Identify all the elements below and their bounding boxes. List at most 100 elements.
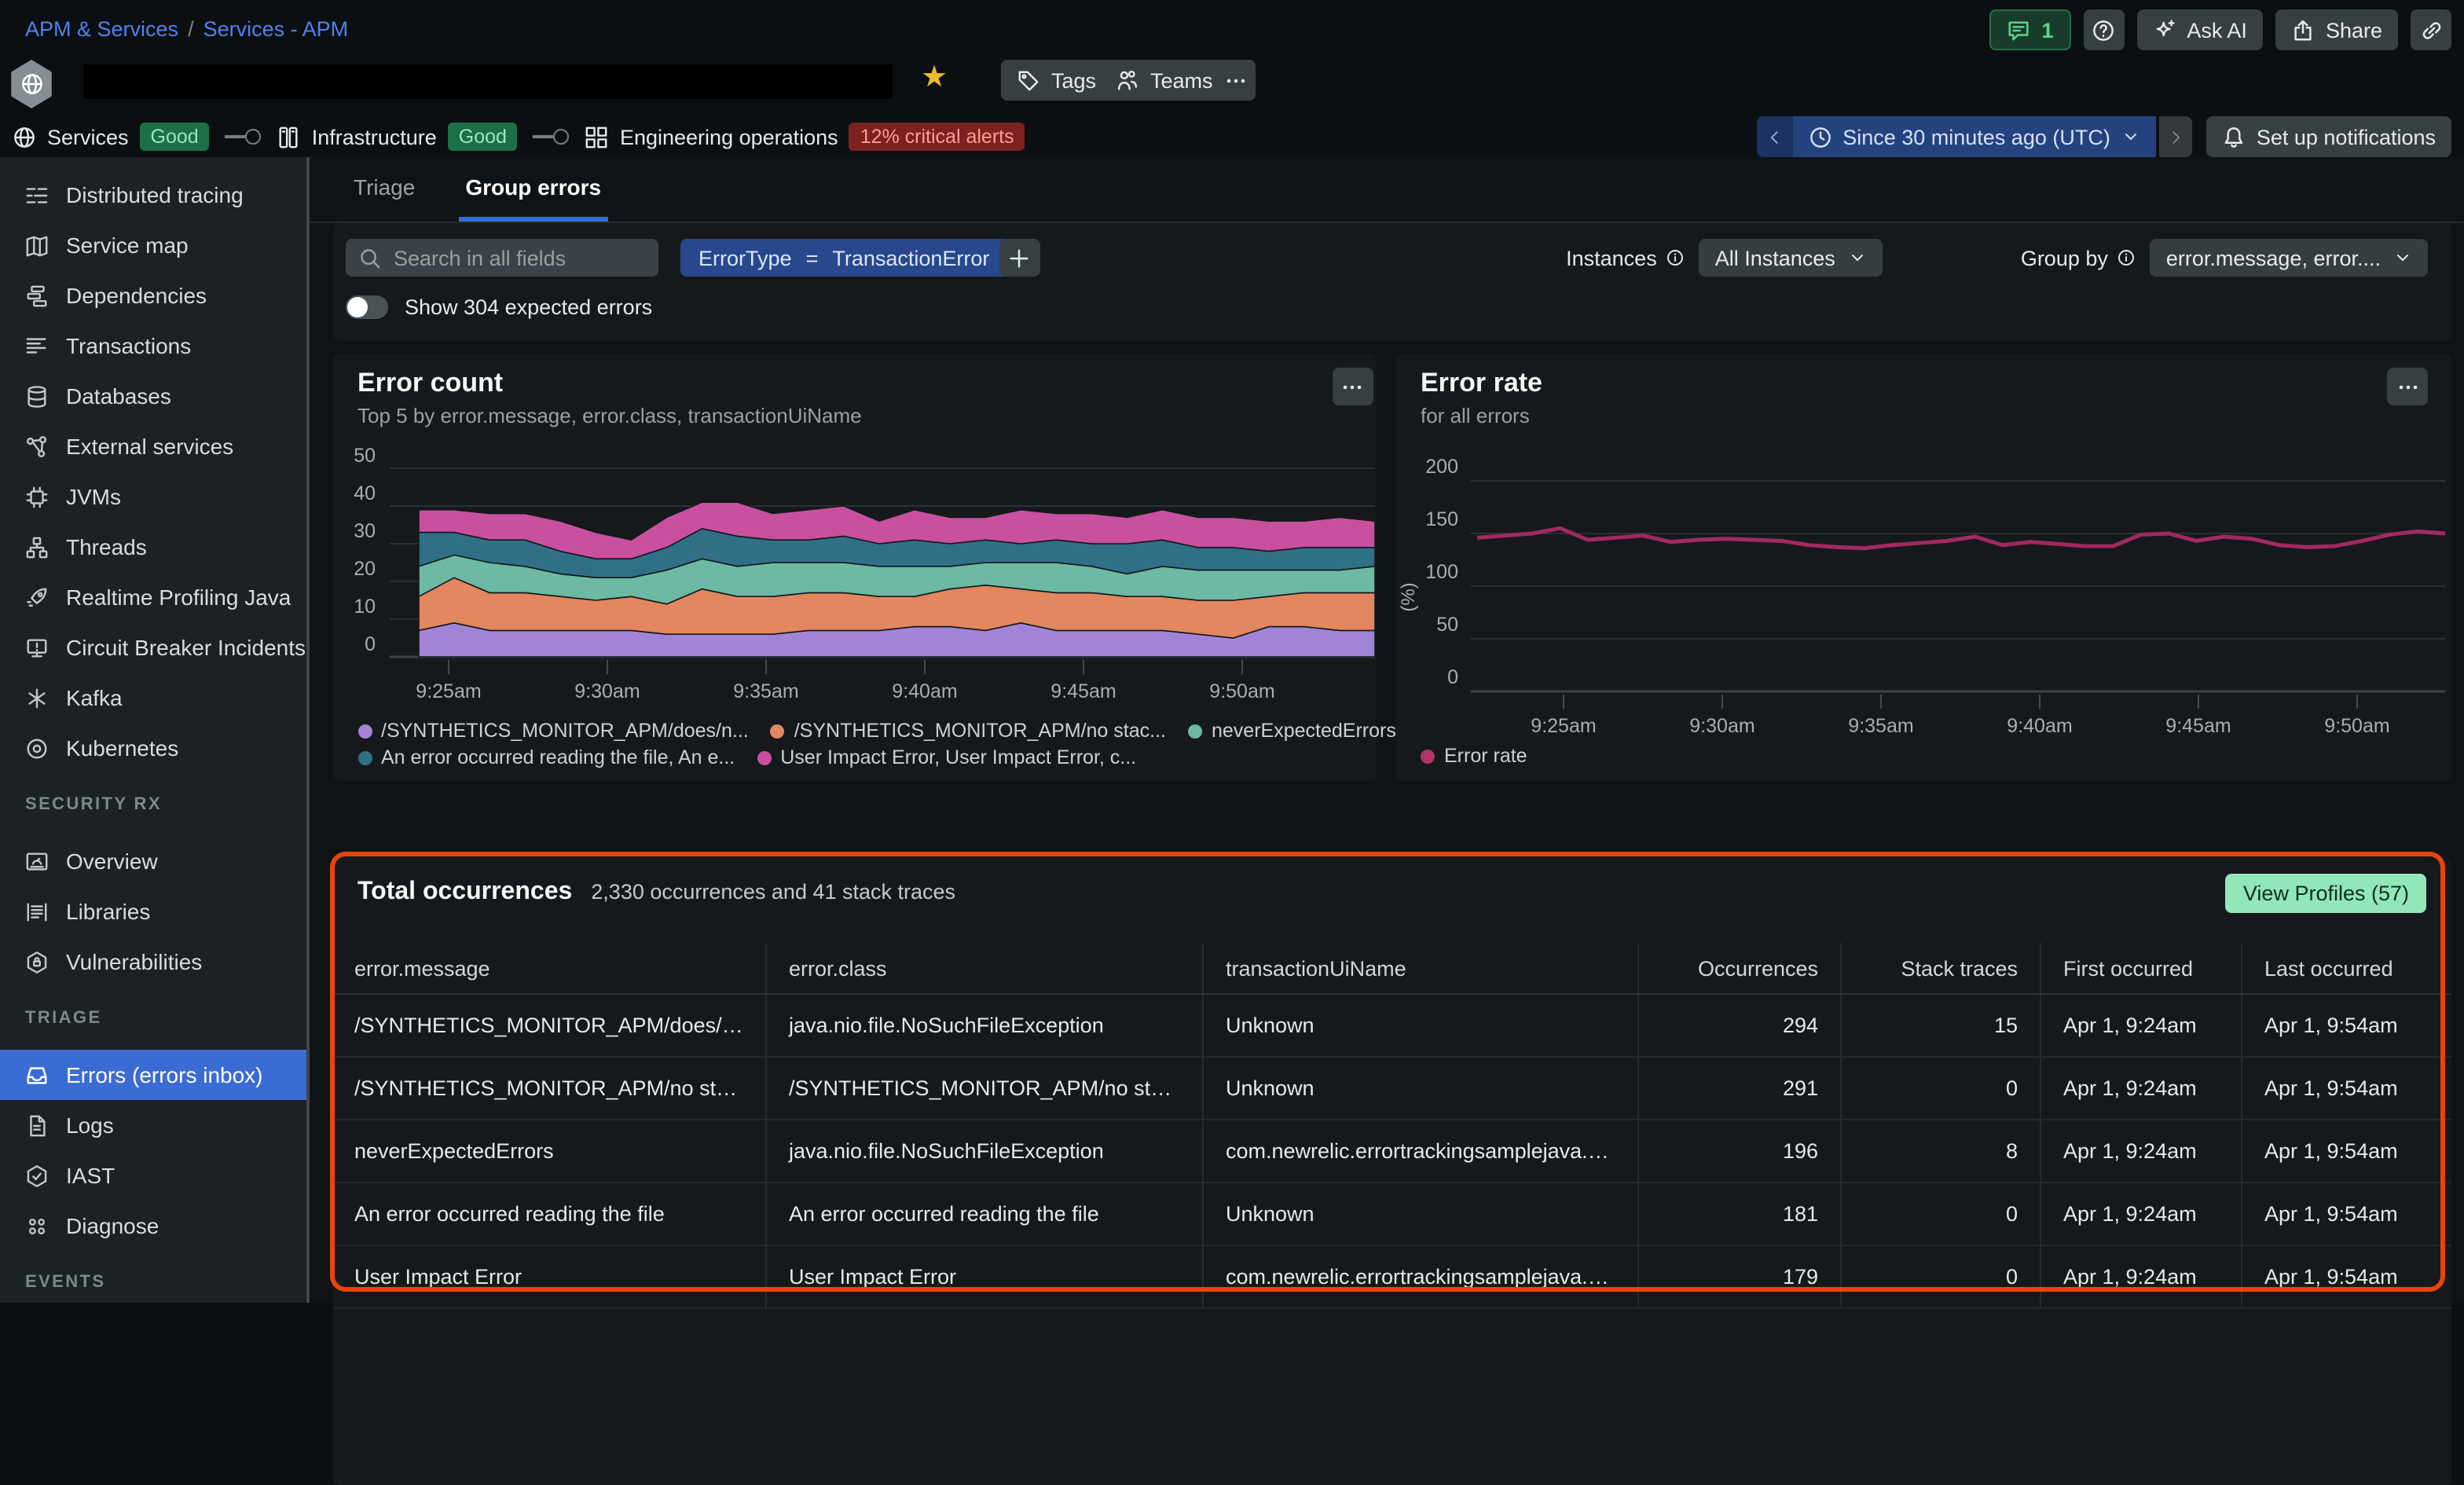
error-rate-chart[interactable]: 200150100500(%)9:25am9:30am9:35am9:40am9… <box>1395 445 2451 743</box>
breadcrumb-apm-services[interactable]: APM & Services <box>25 17 178 41</box>
column-header-error-class[interactable]: error.class <box>766 943 1203 994</box>
sidebar-item-libraries[interactable]: Libraries <box>0 886 306 937</box>
filter-chip-errortype[interactable]: ErrorType = TransactionError <box>680 239 1008 277</box>
chevron-down-icon <box>2393 248 2412 267</box>
clock-icon <box>1808 125 1832 148</box>
table-cell: An error occurred reading the file <box>332 1182 766 1245</box>
sidebar-item-databases[interactable]: Databases <box>0 371 306 421</box>
sidebar-item-threads[interactable]: Threads <box>0 522 306 572</box>
svg-text:9:30am: 9:30am <box>574 680 639 702</box>
legend-item[interactable]: Error rate <box>1421 745 1527 767</box>
time-forward-button[interactable] <box>2159 116 2192 157</box>
ask-ai-button[interactable]: Ask AI <box>2136 9 2263 50</box>
chevron-left-icon <box>1766 128 1783 145</box>
health-node-services[interactable]: Services Good <box>13 123 210 151</box>
sidebar-item-iast[interactable]: IAST <box>0 1150 306 1201</box>
sidebar-item-dependencies[interactable]: Dependencies <box>0 270 306 321</box>
table-row[interactable]: User Impact ErrorUser Impact Errorcom.ne… <box>332 1245 2451 1308</box>
column-header-stack-traces[interactable]: Stack traces <box>1841 943 2040 994</box>
group-by-label: Group by <box>2021 246 2108 270</box>
permalink-button[interactable] <box>2411 9 2451 50</box>
dependencies-icon <box>25 284 49 307</box>
time-back-button[interactable] <box>1756 116 1792 157</box>
legend-color-dot <box>358 750 372 764</box>
sidebar-item-kubernetes[interactable]: Kubernetes <box>0 723 306 773</box>
legend-item[interactable]: An error occurred reading the file, An e… <box>358 746 735 768</box>
chart-title: Error count <box>358 368 503 399</box>
tab-group-errors[interactable]: Group errors <box>459 157 607 222</box>
sidebar-item-transactions[interactable]: Transactions <box>0 321 306 371</box>
column-header-first-occurred[interactable]: First occurred <box>2040 943 2242 994</box>
legend-item[interactable]: /SYNTHETICS_MONITOR_APM/no stac... <box>771 720 1166 742</box>
svg-text:9:35am: 9:35am <box>1848 715 1913 737</box>
add-filter-button[interactable] <box>999 239 1040 277</box>
svg-text:9:25am: 9:25am <box>415 680 480 702</box>
table-row[interactable]: neverExpectedErrorsjava.nio.file.NoSuchF… <box>332 1120 2451 1182</box>
sidebar-item-logs[interactable]: Logs <box>0 1100 306 1150</box>
legend-item[interactable]: User Impact Error, User Impact Error, c.… <box>757 746 1136 768</box>
column-header-last-occurred[interactable]: Last occurred <box>2242 943 2451 994</box>
table-cell: Apr 1, 9:54am <box>2242 1245 2451 1308</box>
entity-more-button[interactable] <box>1215 60 1256 101</box>
breadcrumb-services-apm[interactable]: Services - APM <box>204 17 349 41</box>
sidebar-item-external-services[interactable]: External services <box>0 421 306 471</box>
time-controls: Since 30 minutes ago (UTC) Set up notifi… <box>1756 116 2451 157</box>
chart-menu-button[interactable] <box>2387 368 2428 405</box>
svg-text:10: 10 <box>353 596 375 618</box>
error-count-chart[interactable]: 504030201009:25am9:30am9:35am9:40am9:45a… <box>332 445 1376 720</box>
favorite-star-icon[interactable]: ★ <box>921 60 948 96</box>
svg-text:9:45am: 9:45am <box>1050 680 1115 702</box>
chip-operator: = <box>806 246 819 270</box>
table-row[interactable]: An error occurred reading the fileAn err… <box>332 1182 2451 1245</box>
legend-item[interactable]: /SYNTHETICS_MONITOR_APM/does/n... <box>358 720 749 742</box>
comments-button[interactable]: 1 <box>1989 9 2070 50</box>
help-button[interactable] <box>2083 9 2124 50</box>
sidebar-section-triage: TRIAGE <box>0 996 306 1040</box>
table-row[interactable]: /SYNTHETICS_MONITOR_APM/no stack t.../SY… <box>332 1057 2451 1120</box>
table-cell: com.newrelic.errortrackingsamplejava.Ex.… <box>1203 1120 1638 1182</box>
teams-button[interactable]: Teams <box>1100 60 1229 101</box>
service-hexagon-avatar <box>9 60 53 108</box>
tracing-icon <box>25 183 49 207</box>
group-by-dropdown[interactable]: error.message, error.... <box>2150 239 2428 277</box>
sidebar-item-realtime-profiling-java[interactable]: Realtime Profiling Java <box>0 572 306 622</box>
chart-menu-button[interactable] <box>1332 368 1373 405</box>
sidebar-item-diagnose[interactable]: Diagnose <box>0 1201 306 1251</box>
column-header-error-message[interactable]: error.message <box>332 943 766 994</box>
sidebar-item-distributed-tracing[interactable]: Distributed tracing <box>0 170 306 220</box>
main-content: Triage Group errors ErrorType = Transact… <box>310 157 2464 1303</box>
show-expected-errors-toggle[interactable] <box>345 295 387 319</box>
sidebar-item-kafka[interactable]: Kafka <box>0 673 306 723</box>
info-icon <box>2118 248 2136 267</box>
tags-button[interactable]: Tags <box>1001 60 1112 101</box>
teams-icon <box>1116 68 1139 92</box>
health-node-engineering-operations[interactable]: Engineering operations 12% critical aler… <box>585 123 1025 151</box>
instances-dropdown[interactable]: All Instances <box>1700 239 1883 277</box>
table-row[interactable]: /SYNTHETICS_MONITOR_APM/does/not/...java… <box>332 994 2451 1057</box>
share-button[interactable]: Share <box>2275 9 2398 50</box>
sidebar-item-circuit-breaker-incidents[interactable]: Circuit Breaker Incidents <box>0 622 306 673</box>
svg-text:30: 30 <box>353 520 375 542</box>
grid-icon <box>585 125 609 148</box>
table-cell: Apr 1, 9:54am <box>2242 994 2451 1057</box>
sidebar-item-service-map[interactable]: Service map <box>0 220 306 270</box>
time-range-dropdown[interactable]: Since 30 minutes ago (UTC) <box>1792 116 2156 157</box>
tab-triage[interactable]: Triage <box>347 157 421 222</box>
sidebar-item-overview[interactable]: Overview <box>0 836 306 886</box>
search-input[interactable] <box>390 244 645 271</box>
legend-label: /SYNTHETICS_MONITOR_APM/no stac... <box>794 720 1166 742</box>
sidebar-item-vulnerabilities[interactable]: Vulnerabilities <box>0 937 306 987</box>
share-icon <box>2291 18 2315 42</box>
table-cell: neverExpectedErrors <box>332 1120 766 1182</box>
sidebar-item-errors-errors-inbox[interactable]: Errors (errors inbox) <box>0 1050 306 1100</box>
setup-notifications-button[interactable]: Set up notifications <box>2206 116 2451 157</box>
column-header-transactionuiname[interactable]: transactionUiName <box>1203 943 1638 994</box>
column-header-occurrences[interactable]: Occurrences <box>1638 943 1841 994</box>
svg-text:9:45am: 9:45am <box>2165 715 2231 737</box>
view-profiles-button[interactable]: View Profiles (57) <box>2226 874 2426 913</box>
svg-text:0: 0 <box>364 633 375 655</box>
info-icon <box>1666 248 1685 267</box>
health-node-infrastructure[interactable]: Infrastructure Good <box>277 123 518 151</box>
table-cell: Apr 1, 9:24am <box>2040 1120 2242 1182</box>
sidebar-item-jvms[interactable]: JVMs <box>0 471 306 522</box>
